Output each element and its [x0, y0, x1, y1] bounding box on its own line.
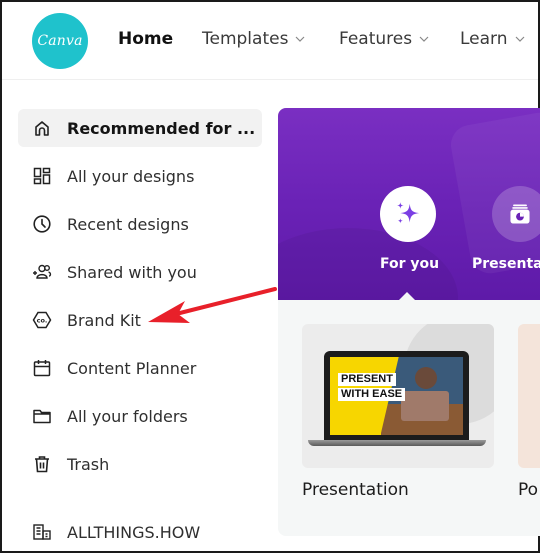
- team-name: ALLTHINGS.HOW: [67, 522, 201, 542]
- sidebar-item-label: All your designs: [67, 166, 195, 186]
- chevron-down-icon: [296, 36, 305, 42]
- clock-icon: [32, 214, 52, 234]
- grid-icon: [32, 166, 52, 186]
- folder-icon: [32, 406, 52, 426]
- thumbnail-person: [415, 367, 437, 389]
- sparkle-icon: [396, 202, 420, 224]
- active-category-pointer: [398, 292, 416, 300]
- thumbnail-text: PRESENT WITH EASE: [338, 373, 406, 403]
- nav-templates-label: Templates: [202, 29, 289, 49]
- sidebar-item-folders[interactable]: All your folders: [18, 397, 262, 435]
- brand-kit-icon: co.: [32, 310, 52, 330]
- template-card-presentation[interactable]: PRESENT WITH EASE: [302, 324, 494, 468]
- nav-templates[interactable]: Templates: [202, 29, 305, 49]
- nav-home[interactable]: Home: [118, 29, 173, 49]
- sidebar-item-label: Shared with you: [67, 262, 197, 282]
- thumbnail-line: WITH EASE: [338, 388, 406, 401]
- sidebar-item-content-planner[interactable]: Content Planner: [18, 349, 262, 387]
- nav-learn[interactable]: Learn: [460, 29, 525, 49]
- calendar-icon: [32, 358, 52, 378]
- laptop-thumbnail: PRESENT WITH EASE: [324, 351, 469, 441]
- nav-home-label: Home: [118, 29, 174, 49]
- template-label-poster[interactable]: Po: [518, 480, 538, 500]
- sidebar-item-label: Recommended for ...: [67, 118, 256, 138]
- building-icon: [33, 524, 51, 540]
- nav-features[interactable]: Features: [339, 29, 429, 49]
- category-presentation-label[interactable]: Presentat: [472, 256, 540, 272]
- svg-text:co.: co.: [37, 317, 48, 325]
- category-for-you-button[interactable]: [380, 186, 436, 242]
- sidebar-item-all-designs[interactable]: All your designs: [18, 157, 262, 195]
- category-for-you-label[interactable]: For you: [380, 256, 439, 272]
- sidebar-item-brand-kit[interactable]: co. Brand Kit: [18, 301, 262, 339]
- presentation-icon: [510, 204, 530, 224]
- sidebar-item-recommended[interactable]: Recommended for ...: [18, 109, 262, 147]
- top-navigation-bar: Canva Home Templates Features Learn: [2, 2, 538, 80]
- main-content-panel: For you Presentat PRESENT WITH EASE: [278, 108, 540, 536]
- team-switcher[interactable]: ALLTHINGS.HOW: [32, 522, 200, 542]
- sidebar-item-recent-designs[interactable]: Recent designs: [18, 205, 262, 243]
- nav-features-label: Features: [339, 29, 413, 49]
- category-hero-banner: For you Presentat: [278, 108, 540, 300]
- template-label-presentation[interactable]: Presentation: [302, 480, 409, 500]
- sidebar-item-label: Brand Kit: [67, 310, 141, 330]
- sidebar-item-trash[interactable]: Trash: [18, 445, 262, 483]
- sidebar-item-label: Content Planner: [67, 358, 197, 378]
- nav-learn-label: Learn: [460, 29, 508, 49]
- sidebar-item-label: Recent designs: [67, 214, 189, 234]
- category-presentation-button[interactable]: [492, 186, 540, 242]
- sidebar-item-label: All your folders: [67, 406, 188, 426]
- sidebar-item-shared[interactable]: Shared with you: [18, 253, 262, 291]
- home-icon: [32, 118, 52, 138]
- chevron-down-icon: [515, 36, 524, 42]
- thumbnail-line: PRESENT: [338, 373, 396, 386]
- trash-icon: [32, 454, 52, 474]
- chevron-down-icon: [419, 36, 429, 42]
- logo-text: Canva: [37, 33, 83, 49]
- template-card-poster[interactable]: [518, 324, 540, 468]
- shared-users-icon: [32, 262, 52, 282]
- canva-logo[interactable]: Canva: [32, 13, 88, 69]
- sidebar-item-label: Trash: [67, 454, 110, 474]
- thumbnail-laptop: [401, 391, 449, 421]
- laptop-base: [308, 440, 486, 446]
